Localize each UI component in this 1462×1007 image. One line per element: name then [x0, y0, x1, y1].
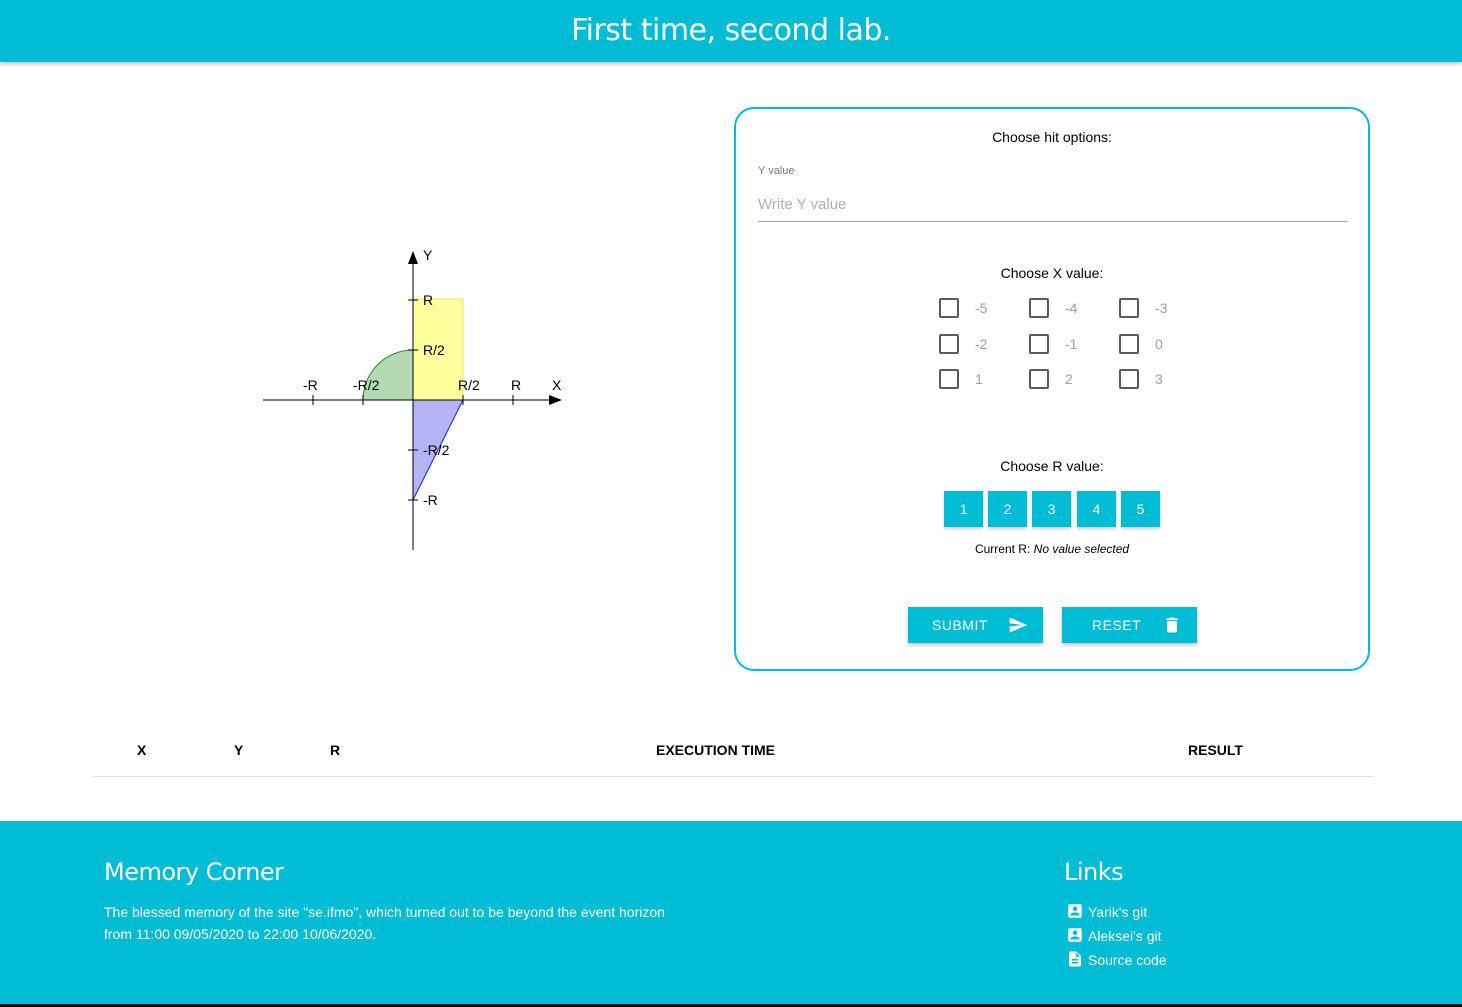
checkbox-box[interactable] [1119, 369, 1139, 389]
y-axis-label: Y [423, 247, 433, 263]
reset-label: RESET [1092, 617, 1142, 633]
checkbox-box[interactable] [1119, 334, 1139, 354]
checkbox-box[interactable] [1119, 298, 1139, 318]
area-graph[interactable]: X Y -R -R/2 R/2 R R R/2 -R/2 -R [250, 240, 580, 560]
x-checkbox[interactable]: 0 [1119, 334, 1179, 356]
column-header-r: R [330, 742, 341, 758]
x-checkbox[interactable]: -3 [1119, 298, 1179, 320]
trash-icon [1166, 617, 1178, 633]
r-button[interactable]: 2 [988, 491, 1027, 527]
r-button[interactable]: 1 [944, 491, 983, 527]
x-checkbox[interactable]: 2 [1029, 369, 1089, 391]
r-button[interactable]: 3 [1032, 491, 1071, 527]
y-tick-label: R [423, 292, 433, 308]
y-tick-label: R/2 [423, 342, 445, 358]
submit-label: SUBMIT [932, 617, 988, 633]
results-table: X Y R EXECUTION TIME RESULT [93, 735, 1373, 777]
send-icon [1009, 617, 1028, 633]
form-title: Choose hit options: [992, 129, 1112, 145]
x-tick-label: -R [303, 377, 318, 393]
x-tick-label: R [511, 377, 521, 393]
y-value-label: Y value [758, 165, 795, 177]
y-tick-label: -R/2 [423, 442, 450, 458]
account-box-icon [1068, 904, 1082, 918]
x-tick-label: R/2 [458, 377, 480, 393]
x-checkbox[interactable]: -5 [939, 298, 999, 320]
memory-corner-title: Memory Corner [104, 858, 284, 886]
y-value-input[interactable] [758, 187, 1348, 222]
hit-options-form: Choose hit options: Y value Choose X val… [734, 107, 1370, 671]
x-tick-label: -R/2 [353, 377, 380, 393]
r-value-title: Choose R value: [1000, 458, 1104, 474]
memory-corner-text: The blessed memory of the site "se.ifmo"… [104, 904, 665, 942]
app-header: First time, second lab. [0, 0, 1462, 62]
checkbox-box[interactable] [939, 334, 959, 354]
checkbox-box[interactable] [939, 369, 959, 389]
current-r-value: No value selected [1033, 542, 1130, 556]
checkbox-box[interactable] [1029, 369, 1049, 389]
current-r-status: Current R: No value selected [736, 542, 1368, 556]
column-header-x: X [137, 742, 147, 758]
checkbox-box[interactable] [1029, 298, 1049, 318]
r-button[interactable]: 4 [1077, 491, 1116, 527]
page-footer: Memory Corner The blessed memory of the … [0, 821, 1462, 1004]
y-axis-arrow [408, 251, 418, 264]
x-axis-label: X [552, 377, 562, 393]
x-checkbox[interactable]: 3 [1119, 369, 1179, 391]
x-axis-arrow [549, 395, 562, 405]
page-title: First time, second lab. [571, 13, 891, 48]
x-checkbox[interactable]: 1 [939, 369, 999, 391]
column-header-result: RESULT [1188, 742, 1243, 758]
column-header-y: Y [234, 742, 244, 758]
current-r-label: Current R: [974, 542, 1031, 556]
checkbox-box[interactable] [939, 298, 959, 318]
r-button[interactable]: 5 [1121, 491, 1160, 527]
x-checkbox[interactable]: -2 [939, 334, 999, 356]
y-tick-label: -R [423, 492, 438, 508]
links-title: Links [1064, 858, 1124, 886]
checkbox-box[interactable] [1029, 334, 1049, 354]
reset-button[interactable]: RESET [1062, 607, 1197, 643]
column-header-execution-time: EXECUTION TIME [656, 742, 776, 758]
description-icon [1069, 951, 1081, 967]
x-value-title: Choose X value: [1000, 265, 1104, 281]
account-box-icon [1068, 928, 1082, 942]
x-checkbox[interactable]: -1 [1029, 334, 1089, 356]
submit-button[interactable]: SUBMIT [908, 607, 1043, 643]
x-checkbox[interactable]: -4 [1029, 298, 1089, 320]
